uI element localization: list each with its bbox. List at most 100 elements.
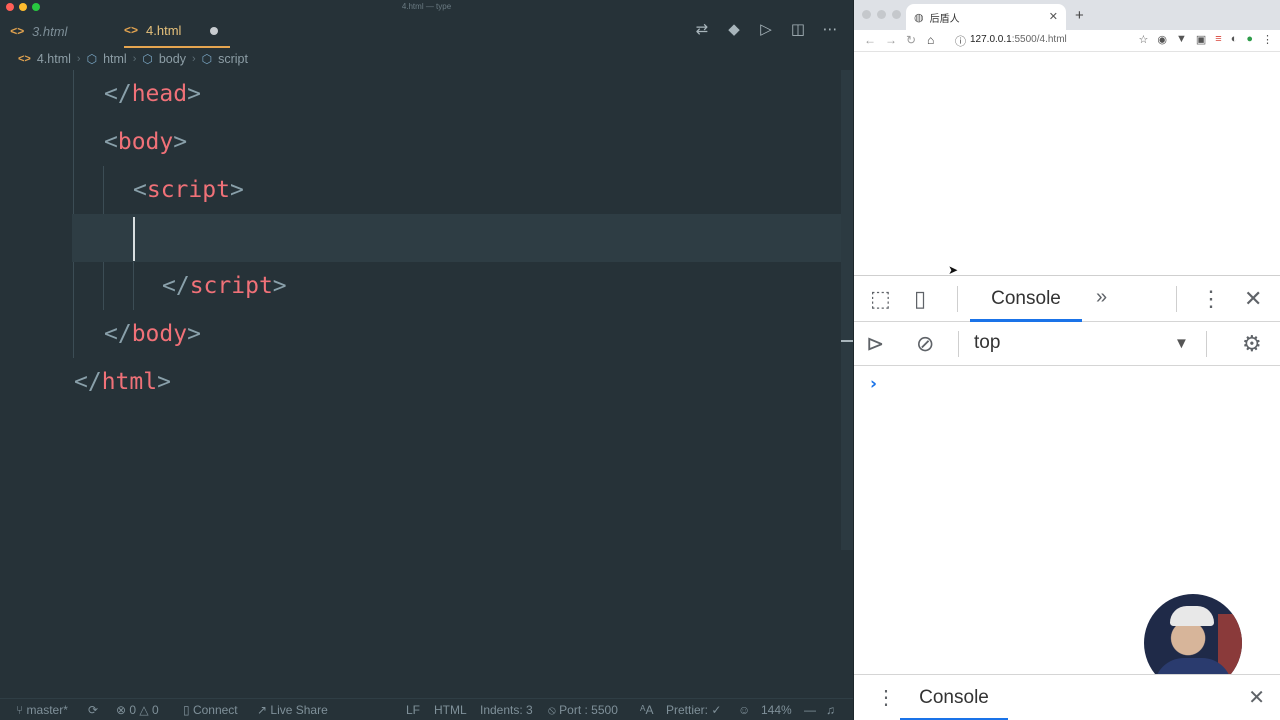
emoji-icon[interactable]: ☺ (738, 703, 750, 717)
bell-icon[interactable]: ♫ (826, 703, 835, 717)
page-viewport[interactable]: ➤ (854, 53, 1280, 277)
browser-tab[interactable]: ◍ 后盾人 ✕ (906, 4, 1066, 30)
compare-icon[interactable]: ⇄ (693, 20, 711, 38)
run-icon[interactable]: ▷ (757, 20, 775, 38)
element-icon: ⬡ (86, 52, 98, 66)
sidebar-toggle-icon[interactable]: ⊳ (866, 331, 884, 357)
extension-icon[interactable]: ≡ (1215, 33, 1221, 46)
indentation-indicator[interactable]: Indents: 3 (480, 703, 533, 717)
code-line[interactable]: </head> (0, 70, 853, 118)
close-tab-icon[interactable]: ✕ (1049, 10, 1058, 23)
chevron-right-icon: › (132, 53, 137, 65)
tab-label: 4.html (146, 22, 182, 38)
element-icon: ⬡ (201, 52, 213, 66)
tab-label: 3.html (32, 23, 68, 39)
html-file-icon: <> (10, 24, 25, 38)
back-icon[interactable]: ← (864, 33, 876, 47)
more-tabs-icon[interactable]: » (1096, 286, 1107, 309)
divider (958, 331, 959, 357)
maximize-window-button[interactable] (892, 10, 901, 19)
inspect-element-icon[interactable]: ⬚ (870, 286, 891, 312)
chevron-right-icon: › (191, 53, 196, 65)
code-line[interactable]: <script> (0, 166, 853, 214)
code-line[interactable]: <body> (0, 118, 853, 166)
prettier-status[interactable]: Prettier: ✓ (666, 703, 721, 717)
tab-console[interactable]: Console (970, 276, 1082, 322)
clear-console-icon[interactable]: ⊘ (916, 331, 934, 357)
extension-icon[interactable]: ▣ (1196, 33, 1206, 46)
more-icon[interactable]: ⋯ (821, 20, 839, 38)
code-line[interactable]: </body> (0, 310, 853, 358)
divider (957, 286, 958, 312)
browser-toolbar: ← → ↻ ⌂ ⓘ 127.0.0.1:5500/4.html ☆ ◉ ▼ ▣ … (854, 30, 1280, 52)
breadcrumb-item[interactable]: html (103, 52, 127, 66)
chevron-right-icon: › (76, 53, 81, 65)
sync-icon[interactable]: ⟳ (88, 703, 98, 717)
breadcrumb-item[interactable]: script (218, 52, 248, 66)
code-line[interactable]: </html> (0, 358, 853, 406)
reload-icon[interactable]: ↻ (906, 33, 916, 47)
divider (1206, 331, 1207, 357)
live-server-port[interactable]: ⦸ Port : 5500 (548, 703, 618, 718)
font-size-icon[interactable]: ᴬA (640, 703, 653, 717)
globe-icon: ◍ (914, 11, 924, 24)
zoom-out-icon[interactable]: — (804, 703, 816, 717)
window-titlebar: 4.html — type (0, 0, 853, 14)
unsaved-dot-icon[interactable] (210, 27, 218, 35)
dropdown-arrow-icon[interactable]: ▼ (1174, 335, 1189, 352)
address-bar[interactable]: 127.0.0.1:5500/4.html (970, 34, 1067, 45)
code-editor: 4.html — type <> 3.html <> 4.html ⇄ ◆ ▷ … (0, 0, 853, 720)
close-window-button[interactable] (862, 10, 871, 19)
breadcrumb-item[interactable]: 4.html (37, 52, 71, 66)
connect-button[interactable]: ▯ Connect (183, 703, 238, 717)
text-cursor (133, 217, 135, 261)
editor-tab-bar: <> 3.html <> 4.html ⇄ ◆ ▷ ◫ ⋯ (0, 14, 853, 48)
extension-icon[interactable]: ◉ (1157, 33, 1167, 46)
branch-indicator[interactable]: ⑂ master* (16, 703, 68, 717)
new-tab-button[interactable]: + (1075, 7, 1084, 24)
profile-avatar[interactable]: ● (1246, 33, 1253, 46)
code-line[interactable]: </script> (0, 262, 853, 310)
context-selector[interactable]: top (974, 332, 1000, 354)
breadcrumb: <> 4.html › ⬡ html › ⬡ body › ⬡ script (18, 50, 248, 68)
console-filter-bar: ⊳ ⊘ top ▼ ⚙ (854, 322, 1280, 366)
eol-indicator[interactable]: LF (406, 703, 420, 717)
menu-icon[interactable]: ⋮ (1262, 33, 1273, 46)
bookmark-star-icon[interactable]: ☆ (1138, 33, 1148, 46)
browser-tab-strip: ◍ 后盾人 ✕ + (854, 0, 1280, 30)
split-icon[interactable]: ◫ (789, 20, 807, 38)
extension-icon[interactable]: ◐ (1231, 33, 1238, 46)
forward-icon[interactable]: → (885, 33, 897, 47)
devtools-panel: ⬚ ▯ Console » ⋮ ✕ ⊳ ⊘ top ▼ ⚙ › ⋮ Consol… (854, 275, 1280, 720)
breadcrumb-item[interactable]: body (159, 52, 186, 66)
editor-scrollbar[interactable] (841, 70, 853, 550)
status-bar: ⑂ master* ⟳ ⊗ 0 △ 0 ▯ Connect ↗ Live Sha… (0, 698, 853, 720)
html-file-icon: <> (124, 23, 139, 37)
zoom-level[interactable]: 144% (761, 703, 792, 717)
devtools-toolbar: ⬚ ▯ Console » ⋮ ✕ (854, 276, 1280, 322)
devtools-menu-icon[interactable]: ⋮ (1200, 286, 1222, 312)
settings-gear-icon[interactable]: ⚙ (1242, 331, 1262, 357)
minimize-window-button[interactable] (877, 10, 886, 19)
drawer-tab-console[interactable]: Console (900, 675, 1008, 720)
devtools-drawer: ⋮ Console ✕ (854, 674, 1280, 720)
drawer-menu-icon[interactable]: ⋮ (876, 685, 896, 710)
tab-3-html[interactable]: <> 3.html (10, 14, 114, 48)
element-icon: ⬡ (142, 52, 153, 66)
html-file-icon: <> (18, 53, 31, 65)
code-line-current[interactable] (72, 214, 853, 262)
git-icon[interactable]: ◆ (725, 20, 743, 38)
live-share-button[interactable]: ↗ Live Share (257, 703, 328, 717)
scrollbar-position-marker (841, 340, 853, 342)
extension-icon[interactable]: ▼ (1176, 33, 1187, 46)
close-devtools-icon[interactable]: ✕ (1244, 286, 1262, 312)
problems-indicator[interactable]: ⊗ 0 △ 0 (116, 703, 159, 717)
browser-tab-title: 后盾人 (929, 13, 960, 25)
tab-4-html[interactable]: <> 4.html (124, 14, 230, 48)
console-prompt-icon[interactable]: › (870, 374, 877, 394)
close-drawer-icon[interactable]: ✕ (1248, 685, 1265, 710)
language-mode[interactable]: HTML (434, 703, 467, 717)
home-icon[interactable]: ⌂ (927, 33, 934, 47)
site-info-icon[interactable]: ⓘ (955, 33, 966, 49)
device-toolbar-icon[interactable]: ▯ (914, 286, 926, 312)
